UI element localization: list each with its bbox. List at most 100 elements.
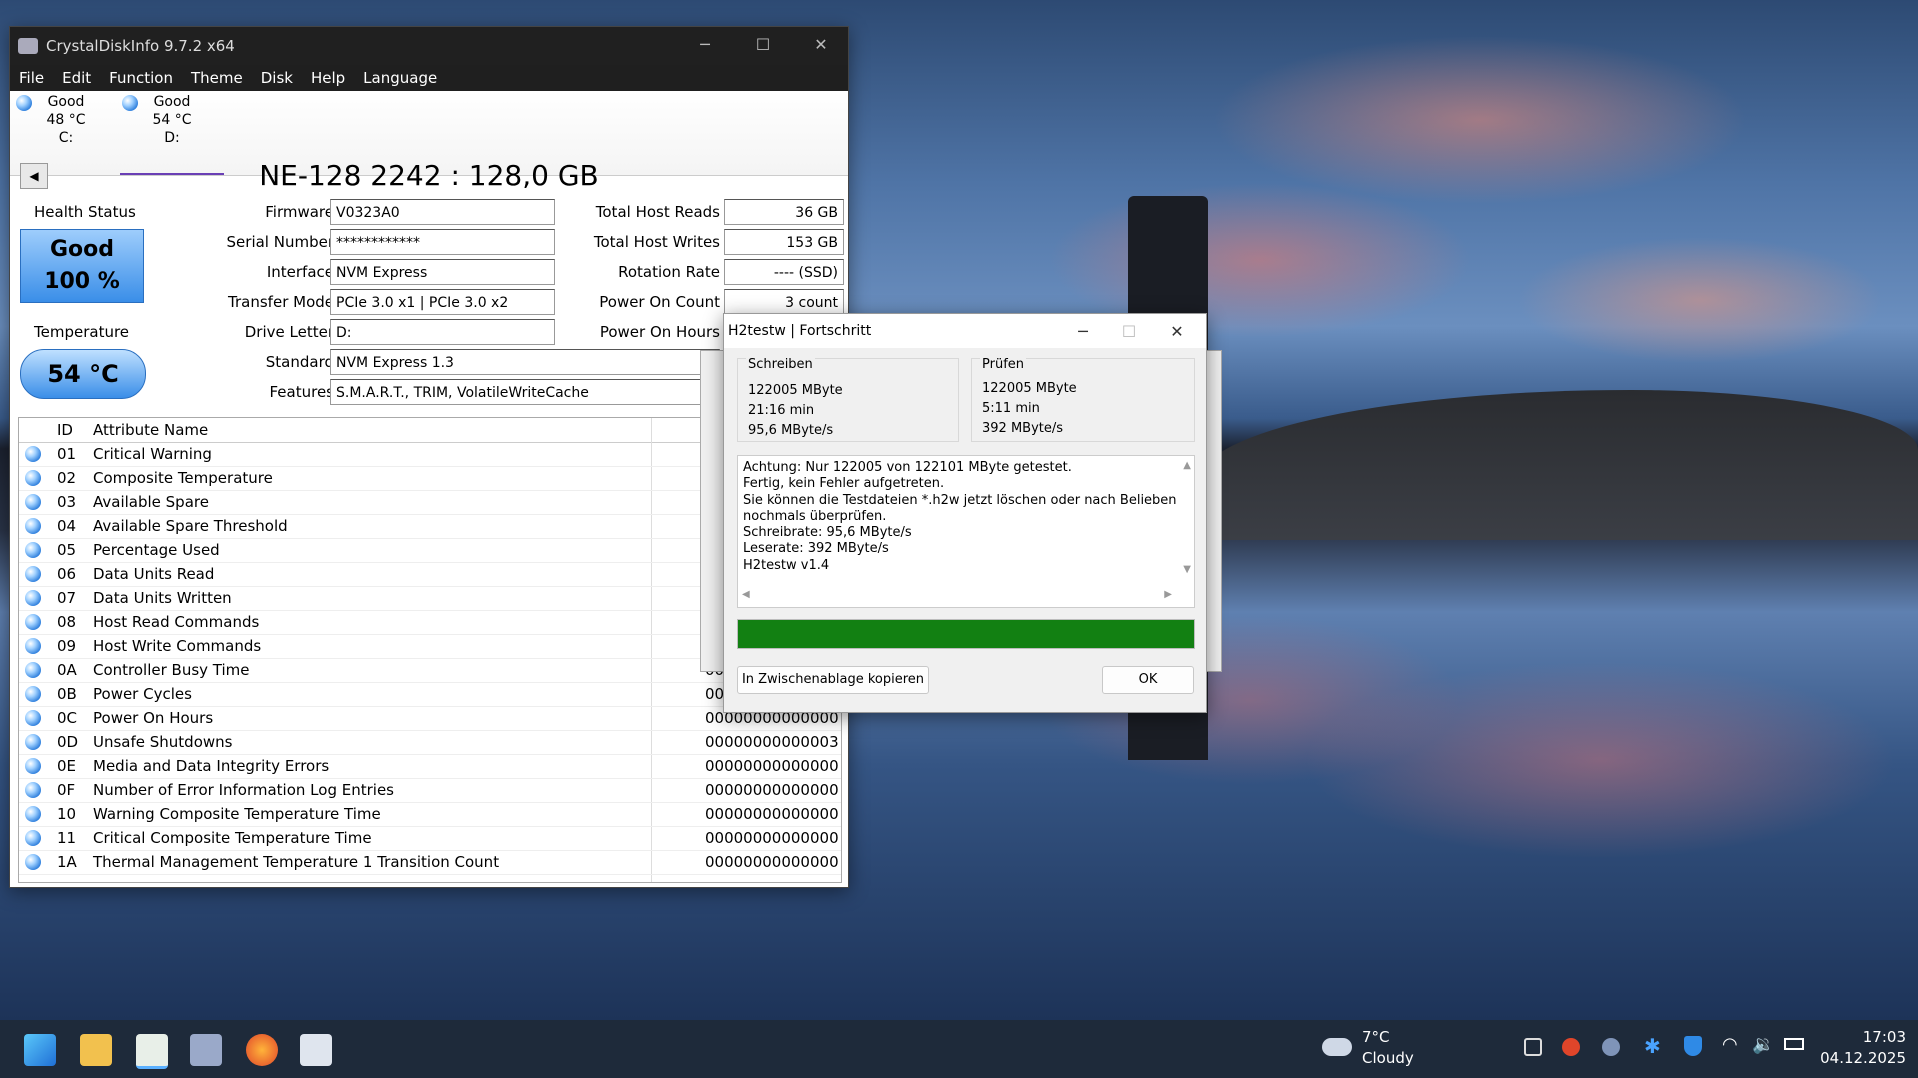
status-orb-icon xyxy=(25,830,41,846)
hill-silhouette xyxy=(1200,390,1918,540)
write-speed: 95,6 MByte/s xyxy=(748,423,834,438)
attribute-id: 0E xyxy=(57,757,77,775)
health-status-badge[interactable]: Good 100 % xyxy=(20,229,144,303)
status-orb-icon xyxy=(25,782,41,798)
total-host-writes-label: Total Host Writes xyxy=(593,233,720,251)
table-row[interactable]: 11 Critical Composite Temperature Time 000… xyxy=(19,826,841,851)
clock-time[interactable]: 17:03 xyxy=(1826,1028,1906,1046)
log-line: H2testw v1.4 xyxy=(743,557,830,573)
interface-field: NVM Express xyxy=(330,259,555,285)
clock-date[interactable]: 04.12.2025 xyxy=(1806,1049,1906,1067)
tray-game-icon[interactable] xyxy=(1562,1038,1580,1056)
maximize-button[interactable]: ☐ xyxy=(734,27,792,61)
scroll-down-icon[interactable]: ▼ xyxy=(1183,562,1191,578)
log-line: nochmals überprüfen. xyxy=(743,508,887,524)
tray-network-drive-icon[interactable] xyxy=(1602,1038,1620,1056)
status-orb-icon xyxy=(25,662,41,678)
firefox-icon[interactable] xyxy=(246,1034,278,1066)
header-attribute-name[interactable]: Attribute Name xyxy=(93,418,208,442)
result-log-textbox[interactable]: Achtung: Nur 122005 von 122101 MByte get… xyxy=(737,455,1195,608)
status-orb-icon xyxy=(16,95,32,111)
weather-desc[interactable]: Cloudy xyxy=(1362,1049,1414,1067)
menu-disk[interactable]: Disk xyxy=(252,69,302,87)
crystaldiskinfo-taskbar-icon[interactable] xyxy=(190,1034,222,1066)
progress-bar xyxy=(737,619,1195,649)
write-time: 21:16 min xyxy=(748,403,815,418)
attribute-id: 10 xyxy=(57,805,77,823)
temperature-badge[interactable]: 54 °C xyxy=(20,349,146,399)
battery-icon[interactable] xyxy=(1784,1038,1804,1050)
table-row[interactable]: 0F Number of Error Information Log Entrie… xyxy=(19,778,841,803)
h2-titlebar[interactable]: H2testw | Fortschritt ─ ☐ ✕ xyxy=(724,314,1206,348)
status-orb-icon xyxy=(25,542,41,558)
attribute-id: 0D xyxy=(57,733,79,751)
attribute-raw-value: 00000000000000 xyxy=(705,829,839,847)
app-taskbar-icon[interactable] xyxy=(300,1034,332,1066)
scroll-up-icon[interactable]: ▲ xyxy=(1183,458,1191,474)
table-row[interactable]: 0B Power Cycles 000 xyxy=(19,682,841,707)
scroll-right-icon[interactable]: ▶ xyxy=(1164,587,1172,603)
table-row[interactable]: 0D Unsafe Shutdowns 00000000000003 xyxy=(19,730,841,755)
attribute-name: Composite Temperature xyxy=(93,469,273,487)
menu-function[interactable]: Function xyxy=(100,69,182,87)
attribute-name: Warning Composite Temperature Time xyxy=(93,805,381,823)
menu-theme[interactable]: Theme xyxy=(182,69,252,87)
table-row[interactable]: 10 Warning Composite Temperature Time 0000… xyxy=(19,802,841,827)
serial-field: ************ xyxy=(330,229,555,255)
attribute-id: 03 xyxy=(57,493,77,511)
menu-language[interactable]: Language xyxy=(354,69,446,87)
attribute-name: Available Spare Threshold xyxy=(93,517,288,535)
attribute-raw-value: 00000000000000 xyxy=(705,781,839,799)
table-row[interactable]: 0E Media and Data Integrity Errors 0000000… xyxy=(19,754,841,779)
menu-help[interactable]: Help xyxy=(302,69,354,87)
drive-letter: C: xyxy=(58,130,74,146)
health-percent: 100 % xyxy=(44,269,120,294)
weather-temp[interactable]: 7°C xyxy=(1362,1028,1390,1046)
attribute-name: Host Write Commands xyxy=(93,637,262,655)
cdi-titlebar[interactable]: CrystalDiskInfo 9.7.2 x64 ─ ☐ ✕ xyxy=(10,27,848,65)
wifi-icon[interactable]: ◠ xyxy=(1722,1034,1738,1055)
scroll-left-icon[interactable]: ◀ xyxy=(742,587,750,603)
close-button[interactable]: ✕ xyxy=(1148,314,1206,348)
drive-temp: 54 °C xyxy=(152,112,192,128)
start-windows-icon[interactable] xyxy=(24,1034,56,1066)
status-orb-icon xyxy=(25,614,41,630)
attribute-id: 0C xyxy=(57,709,78,727)
header-id[interactable]: ID xyxy=(57,418,73,442)
attribute-name: Power On Hours xyxy=(93,709,214,727)
features-field: S.M.A.R.T., TRIM, VolatileWriteCache xyxy=(330,379,720,405)
status-orb-icon xyxy=(25,494,41,510)
h2testw-taskbar-icon[interactable] xyxy=(136,1034,168,1069)
minimize-button[interactable]: ─ xyxy=(676,27,734,61)
attribute-name: Unsafe Shutdowns xyxy=(93,733,233,751)
attribute-name: Percentage Used xyxy=(93,541,220,559)
file-explorer-icon[interactable] xyxy=(80,1034,112,1066)
copy-to-clipboard-button[interactable]: In Zwischenablage kopieren xyxy=(737,666,929,694)
drive-tab-c[interactable]: Good 48 °C C: xyxy=(14,93,118,147)
window-title: CrystalDiskInfo 9.7.2 x64 xyxy=(46,37,235,55)
health-status-label: Health Status xyxy=(34,203,136,221)
status-orb-icon xyxy=(25,470,41,486)
status-orb-icon xyxy=(25,638,41,654)
standard-field: NVM Express 1.3 xyxy=(330,349,720,375)
weather-cloud-icon[interactable] xyxy=(1322,1038,1352,1056)
volume-icon[interactable]: 🔉 xyxy=(1752,1034,1774,1055)
menu-edit[interactable]: Edit xyxy=(53,69,100,87)
attribute-raw-value: 00000000000003 xyxy=(705,733,839,751)
table-row[interactable]: 1A Thermal Management Temperature 1 Trans… xyxy=(19,850,841,875)
tray-app-icon[interactable] xyxy=(1524,1038,1542,1056)
table-row[interactable]: 0C Power On Hours 00000000000000 xyxy=(19,706,841,731)
close-button[interactable]: ✕ xyxy=(792,27,850,61)
attribute-id: 09 xyxy=(57,637,77,655)
security-shield-icon[interactable] xyxy=(1684,1036,1702,1056)
rotation-rate-field: ---- (SSD) xyxy=(724,259,844,285)
attribute-name: Host Read Commands xyxy=(93,613,260,631)
menu-file[interactable]: File xyxy=(10,69,53,87)
temperature-label: Temperature xyxy=(34,323,130,341)
log-line: Schreibrate: 95,6 MByte/s xyxy=(743,525,912,541)
attribute-name: Controller Busy Time xyxy=(93,661,250,679)
attribute-name: Critical Warning xyxy=(93,445,212,463)
taskbar: 7°C Cloudy ✱ ◠ 🔉 17:03 04.12.2025 xyxy=(0,1020,1918,1078)
bluetooth-icon[interactable]: ✱ xyxy=(1644,1034,1661,1058)
ok-button[interactable]: OK xyxy=(1102,666,1194,694)
